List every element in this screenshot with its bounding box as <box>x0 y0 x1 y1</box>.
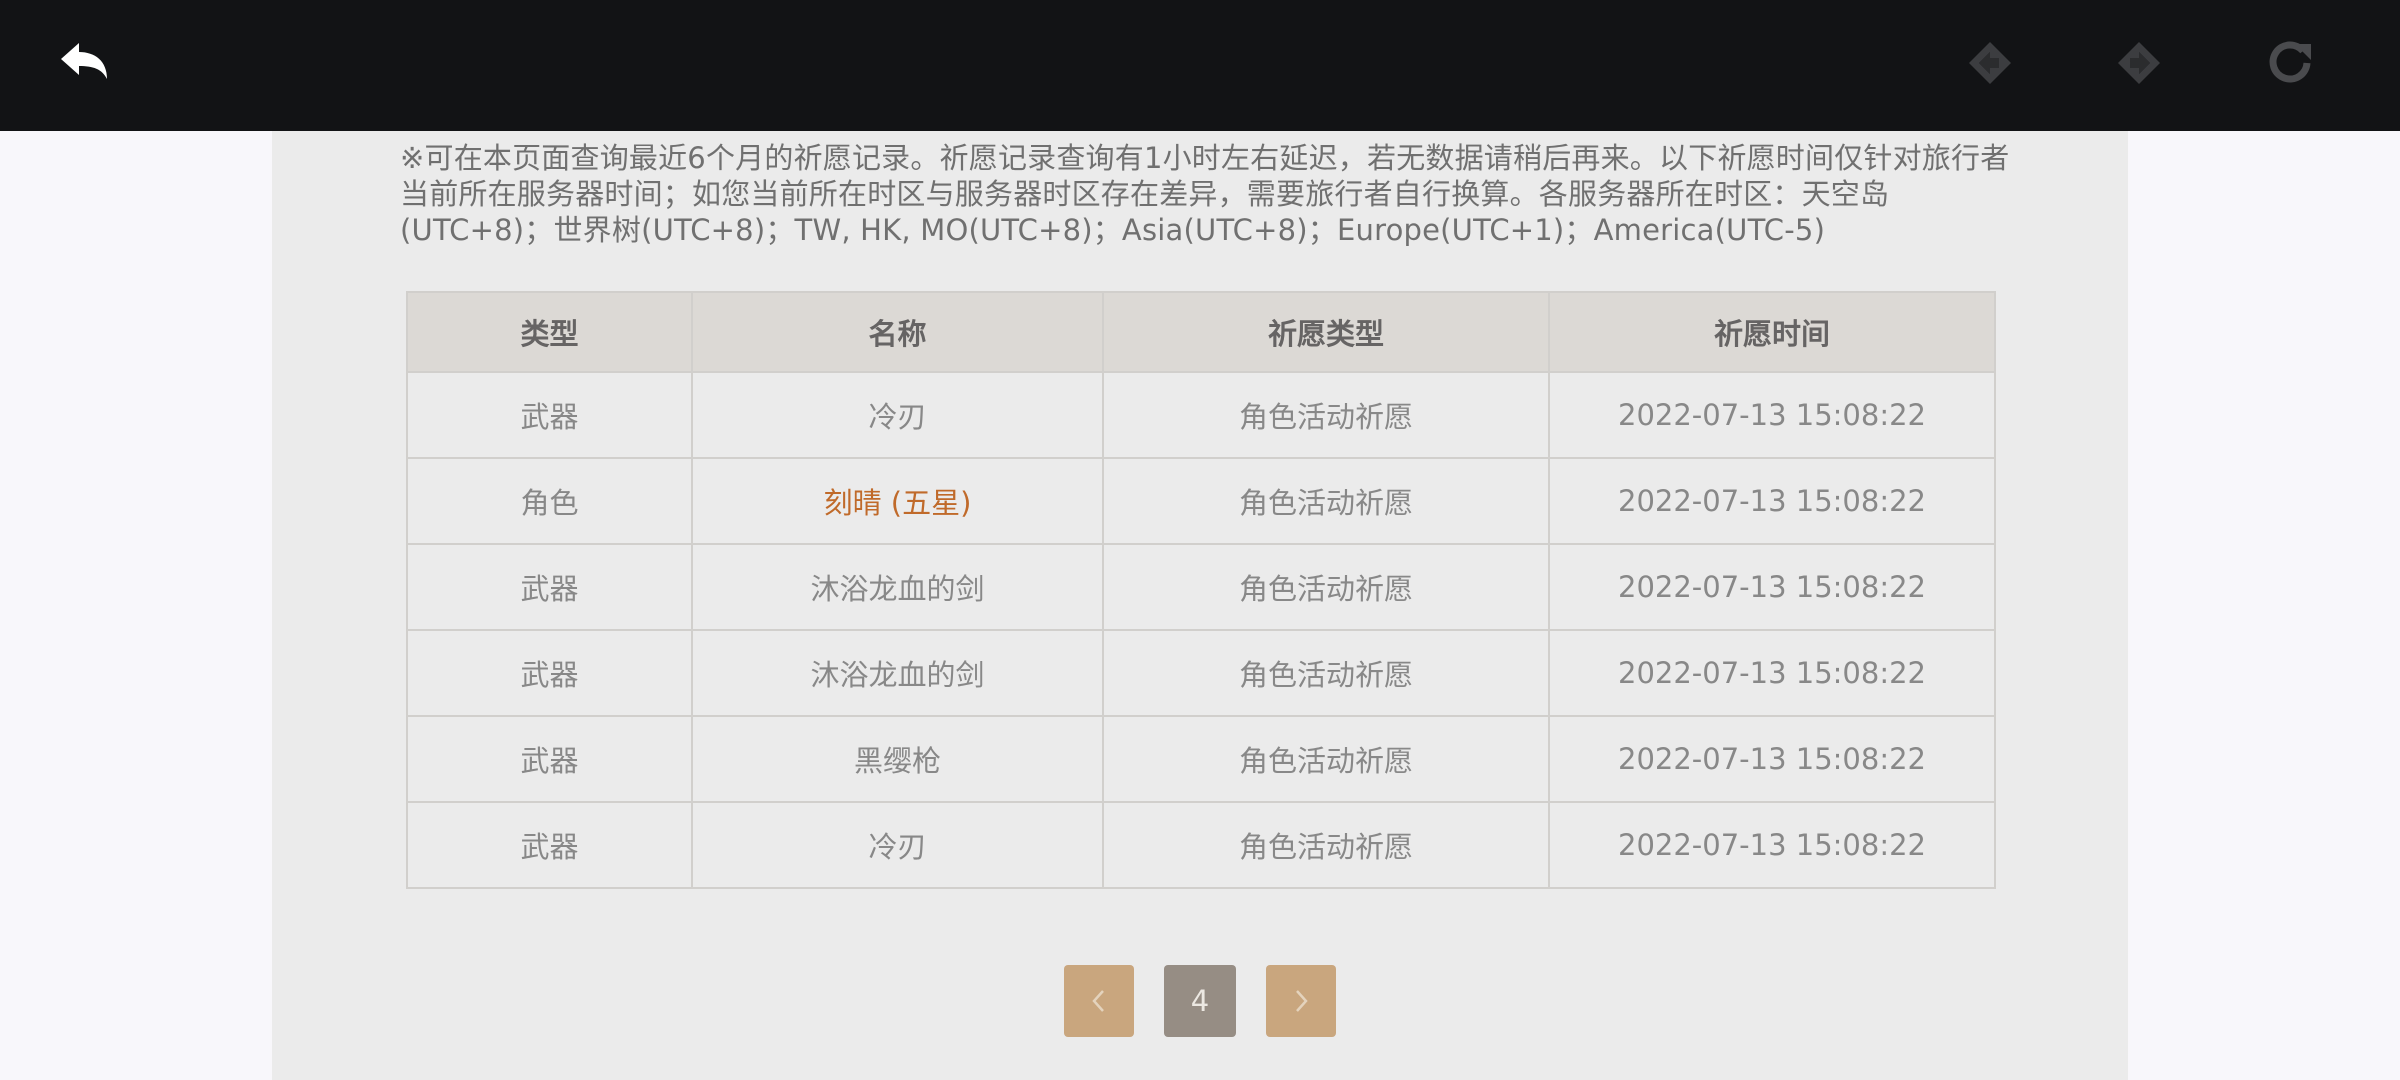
chevron-right-icon <box>1296 990 1308 1012</box>
diamond-right-icon <box>2118 42 2160 84</box>
cell-time: 2022-07-13 15:08:22 <box>1548 801 1996 889</box>
table-row: 角色 刻晴 (五星) 角色活动祈愿 2022-07-13 15:08:22 <box>406 457 1996 545</box>
reload-icon <box>2269 41 2311 83</box>
cell-name: 黑缨枪 <box>691 715 1104 803</box>
wish-record-table: 类型 名称 祈愿类型 祈愿时间 武器 冷刃 角色活动祈愿 2022-07-13 … <box>406 291 1996 889</box>
table-row: 武器 沐浴龙血的剑 角色活动祈愿 2022-07-13 15:08:22 <box>406 629 1996 717</box>
table-row: 武器 冷刃 角色活动祈愿 2022-07-13 15:08:22 <box>406 801 1996 889</box>
cell-time: 2022-07-13 15:08:22 <box>1548 457 1996 545</box>
back-arrow-icon <box>61 43 107 79</box>
cell-name-five-star: 刻晴 (五星) <box>691 457 1104 545</box>
cell-time: 2022-07-13 15:08:22 <box>1548 371 1996 459</box>
table-row: 武器 黑缨枪 角色活动祈愿 2022-07-13 15:08:22 <box>406 715 1996 803</box>
current-page-indicator: 4 <box>1164 965 1236 1037</box>
history-forward-button[interactable] <box>2109 33 2169 93</box>
top-toolbar <box>0 0 2400 131</box>
header-wish-time: 祈愿时间 <box>1548 291 1996 373</box>
cell-wish-type: 角色活动祈愿 <box>1102 371 1550 459</box>
table-row: 武器 冷刃 角色活动祈愿 2022-07-13 15:08:22 <box>406 371 1996 459</box>
reload-button[interactable] <box>2260 33 2320 93</box>
table-row: 武器 沐浴龙血的剑 角色活动祈愿 2022-07-13 15:08:22 <box>406 543 1996 631</box>
cell-type: 武器 <box>406 629 693 717</box>
cell-time: 2022-07-13 15:08:22 <box>1548 543 1996 631</box>
cell-wish-type: 角色活动祈愿 <box>1102 457 1550 545</box>
cell-type: 武器 <box>406 715 693 803</box>
cell-name: 冷刃 <box>691 371 1104 459</box>
history-back-button[interactable] <box>1960 33 2020 93</box>
cell-type: 武器 <box>406 543 693 631</box>
back-button[interactable] <box>53 33 113 93</box>
cell-name: 沐浴龙血的剑 <box>691 629 1104 717</box>
cell-wish-type: 角色活动祈愿 <box>1102 629 1550 717</box>
cell-type: 角色 <box>406 457 693 545</box>
table-header-row: 类型 名称 祈愿类型 祈愿时间 <box>406 291 1996 373</box>
cell-time: 2022-07-13 15:08:22 <box>1548 629 1996 717</box>
cell-type: 武器 <box>406 371 693 459</box>
chevron-left-icon <box>1092 990 1104 1012</box>
previous-page-button[interactable] <box>1064 965 1134 1037</box>
cell-name: 冷刃 <box>691 801 1104 889</box>
next-page-button[interactable] <box>1266 965 1336 1037</box>
cell-name: 沐浴龙血的剑 <box>691 543 1104 631</box>
header-wish-type: 祈愿类型 <box>1102 291 1550 373</box>
cell-type: 武器 <box>406 801 693 889</box>
notice-text: ※可在本页面查询最近6个月的祈愿记录。祈愿记录查询有1小时左右延迟，若无数据请稍… <box>400 141 2010 247</box>
header-name: 名称 <box>691 291 1104 373</box>
cell-wish-type: 角色活动祈愿 <box>1102 543 1550 631</box>
header-type: 类型 <box>406 291 693 373</box>
diamond-left-icon <box>1969 42 2011 84</box>
cell-wish-type: 角色活动祈愿 <box>1102 715 1550 803</box>
cell-wish-type: 角色活动祈愿 <box>1102 801 1550 889</box>
cell-time: 2022-07-13 15:08:22 <box>1548 715 1996 803</box>
